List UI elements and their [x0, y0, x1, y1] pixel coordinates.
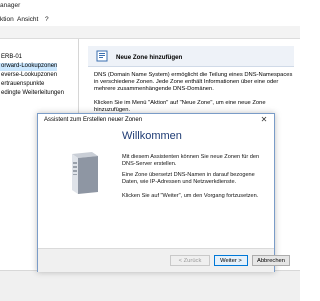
new-zone-wizard-dialog: Assistent zum Erstellen neuer Zonen ✕ Wi…	[37, 113, 290, 272]
dialog-paragraph-2: Eine Zone übersetzt DNS-Namen in darauf …	[122, 172, 255, 185]
dialog-title: Assistent zum Erstellen neuer Zonen	[44, 117, 143, 123]
menu-action[interactable]: ktion	[0, 16, 14, 23]
dialog-heading: Willkommen	[122, 130, 182, 142]
dialog-banner	[46, 130, 124, 250]
next-button[interactable]: Weiter >	[214, 255, 248, 266]
menu-bar: ktion Ansicht ?	[0, 12, 300, 26]
dialog-paragraph-3: Klicken Sie auf "Weiter", um den Vorgang…	[122, 193, 259, 199]
window-title: anager	[0, 2, 21, 9]
server-icon	[68, 150, 102, 198]
tree-item-reverse-lookup[interactable]: everse-Lookupzonen	[0, 72, 57, 80]
dialog-footer: < Zurück Weiter > Abbrechen	[38, 248, 290, 272]
details-title: Neue Zone hinzufügen	[116, 54, 183, 61]
status-bar	[0, 270, 300, 301]
details-description: DNS (Domain Name System) ermöglicht die …	[94, 72, 293, 92]
tree-item-forward-lookup[interactable]: orward-Lookupzonen	[0, 63, 58, 71]
details-instruction: Klicken Sie im Menü "Aktion" auf "Neue Z…	[94, 100, 266, 113]
menu-help[interactable]: ?	[45, 16, 49, 23]
menu-view[interactable]: Ansicht	[17, 16, 38, 23]
tree-item-conditional-forwarders[interactable]: edingte Weiterleitungen	[0, 90, 64, 98]
close-icon[interactable]: ✕	[258, 115, 270, 125]
dialog-paragraph-1: Mit diesem Assistenten können Sie neue Z…	[122, 154, 260, 167]
tree-item-server[interactable]: ERB-01	[0, 54, 22, 62]
back-button[interactable]: < Zurück	[170, 255, 210, 266]
toolbar	[0, 26, 300, 39]
tree-item-trust-points[interactable]: ertrauenspunkte	[0, 81, 44, 89]
cancel-button[interactable]: Abbrechen	[252, 255, 290, 266]
info-icon	[96, 50, 108, 62]
window-titlebar: anager	[0, 0, 300, 12]
